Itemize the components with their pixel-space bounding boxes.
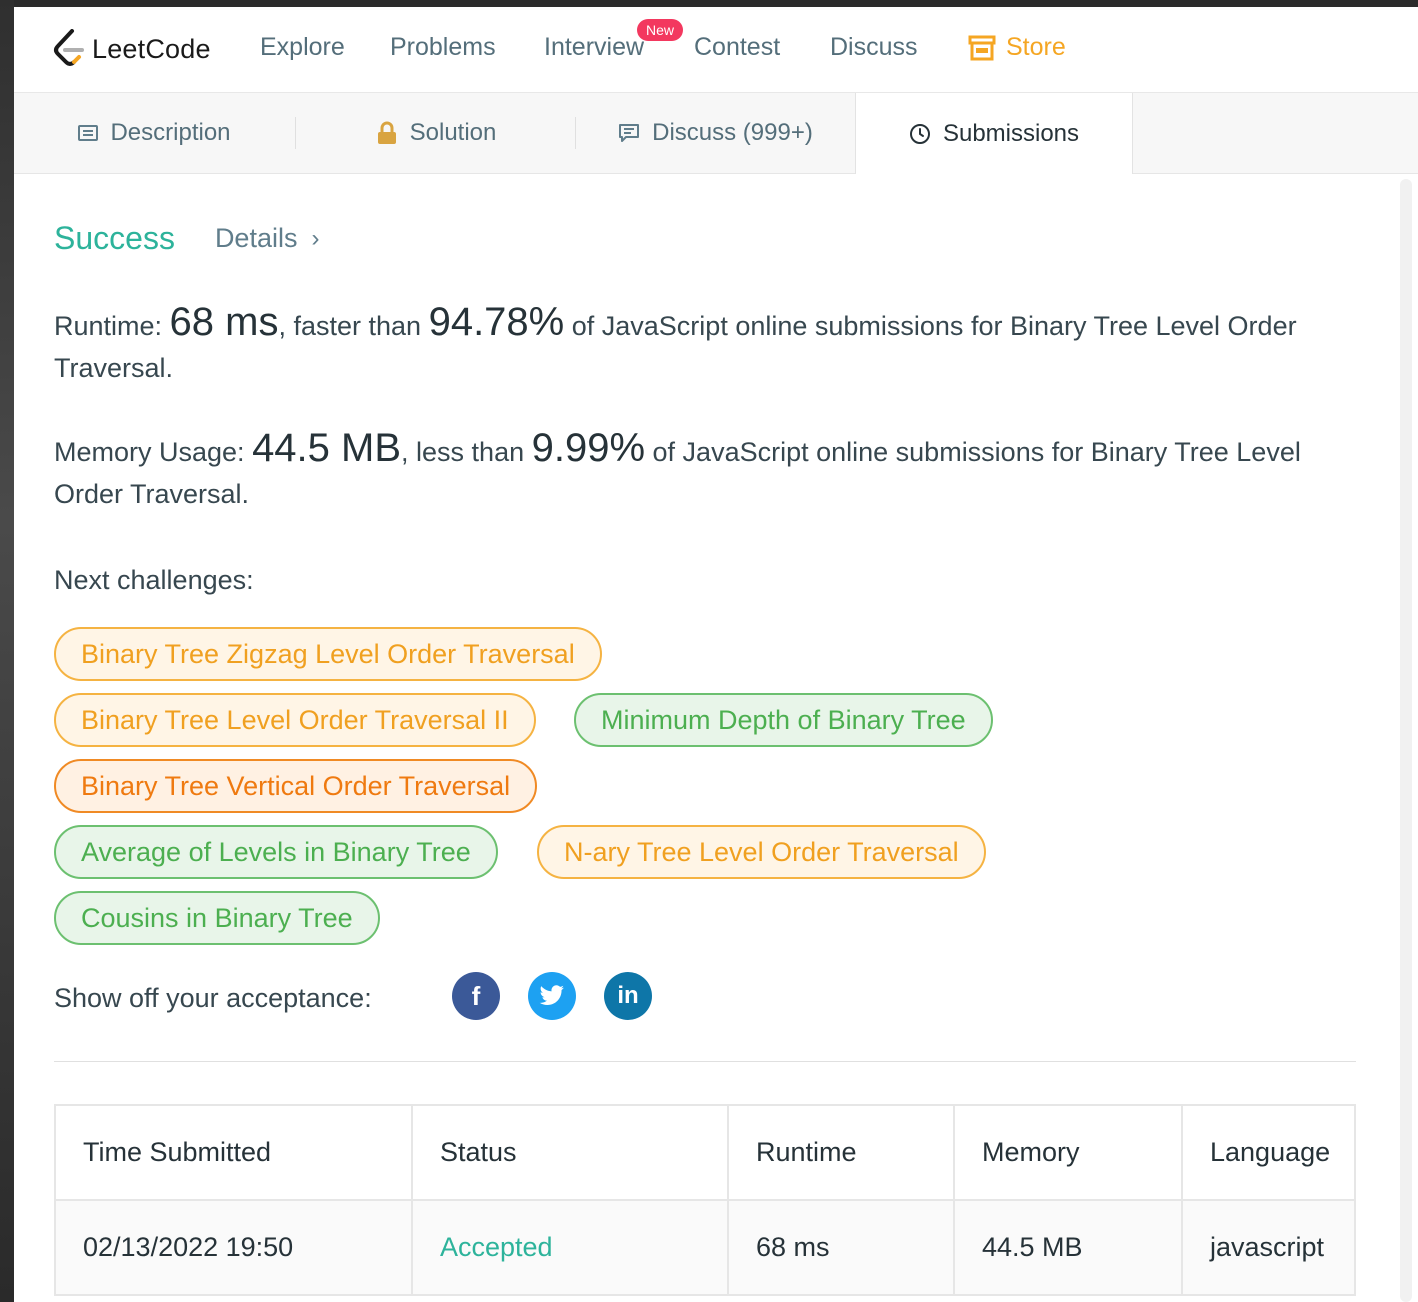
background-edge bbox=[0, 0, 14, 1302]
memory-summary: Memory Usage: 44.5 MB, less than 9.99% o… bbox=[54, 427, 1314, 515]
col-runtime[interactable]: Runtime bbox=[727, 1104, 955, 1201]
logo-text: LeetCode bbox=[92, 33, 211, 64]
problem-tabs: Description Solution Discuss (999+) Subm… bbox=[14, 93, 1418, 174]
share-label: Show off your acceptance: bbox=[54, 983, 372, 1013]
challenge-pill[interactable]: Binary Tree Level Order Traversal II bbox=[54, 693, 536, 747]
col-memory[interactable]: Memory bbox=[953, 1104, 1183, 1201]
tab-discuss[interactable]: Discuss (999+) bbox=[576, 93, 855, 173]
clock-icon bbox=[909, 123, 930, 144]
memory-label: Memory Usage: bbox=[54, 437, 253, 467]
tab-description[interactable]: Description bbox=[14, 93, 295, 173]
runtime-value: 68 ms bbox=[169, 300, 279, 344]
runtime-label: Runtime: bbox=[54, 311, 170, 341]
cell-memory: 44.5 MB bbox=[953, 1199, 1183, 1296]
twitter-icon[interactable] bbox=[528, 972, 576, 1020]
tab-description-label: Description bbox=[110, 119, 231, 146]
leetcode-page: LeetCode Explore Problems Interview New … bbox=[14, 7, 1418, 1302]
nav-interview[interactable]: Interview bbox=[544, 33, 644, 62]
col-time-submitted[interactable]: Time Submitted bbox=[54, 1104, 413, 1201]
runtime-summary: Runtime: 68 ms, faster than 94.78% of Ja… bbox=[54, 301, 1314, 389]
nav-problems[interactable]: Problems bbox=[390, 33, 496, 62]
challenge-pill[interactable]: Average of Levels in Binary Tree bbox=[54, 825, 498, 879]
challenge-pill[interactable]: Binary Tree Vertical Order Traversal bbox=[54, 759, 538, 813]
tab-solution-label: Solution bbox=[409, 119, 497, 146]
nav-explore[interactable]: Explore bbox=[260, 33, 345, 62]
cell-status[interactable]: Accepted bbox=[411, 1199, 729, 1296]
cell-language: javascript bbox=[1181, 1199, 1356, 1296]
challenge-pill[interactable]: Binary Tree Zigzag Level Order Traversal bbox=[54, 627, 602, 681]
status-line: Success Details › bbox=[54, 220, 319, 257]
runtime-mid: , faster than bbox=[278, 311, 429, 341]
status-success: Success bbox=[54, 220, 175, 256]
table-header-row: Time Submitted Status Runtime Memory Lan… bbox=[54, 1104, 1356, 1201]
tab-discuss-label: Discuss (999+) bbox=[652, 119, 813, 146]
memory-value: 44.5 MB bbox=[252, 426, 402, 470]
store-icon bbox=[968, 35, 996, 60]
scrollbar[interactable] bbox=[1400, 179, 1412, 1302]
new-badge: New bbox=[637, 19, 684, 41]
nav-discuss[interactable]: Discuss bbox=[830, 33, 918, 62]
twitter-bird-icon bbox=[539, 985, 565, 1005]
runtime-percentile: 94.78% bbox=[428, 300, 565, 344]
next-challenges-label: Next challenges: bbox=[54, 565, 254, 595]
tab-submissions[interactable]: Submissions bbox=[855, 93, 1133, 174]
cell-time: 02/13/2022 19:50 bbox=[54, 1199, 413, 1296]
submissions-table: Time Submitted Status Runtime Memory Lan… bbox=[54, 1104, 1356, 1296]
tab-solution[interactable]: Solution bbox=[296, 93, 576, 173]
challenge-pill[interactable]: Minimum Depth of Binary Tree bbox=[574, 693, 993, 747]
section-divider bbox=[54, 1061, 1356, 1062]
col-language[interactable]: Language bbox=[1181, 1104, 1356, 1201]
col-status[interactable]: Status bbox=[411, 1104, 729, 1201]
top-edge-strip bbox=[0, 0, 1418, 7]
leetcode-logo-icon bbox=[54, 29, 84, 66]
challenge-pill[interactable]: Cousins in Binary Tree bbox=[54, 891, 380, 945]
logo[interactable]: LeetCode bbox=[52, 27, 211, 71]
tab-submissions-label: Submissions bbox=[942, 119, 1080, 147]
lock-icon bbox=[377, 121, 396, 144]
nav-store[interactable]: Store bbox=[968, 33, 1066, 62]
cell-runtime: 68 ms bbox=[727, 1199, 955, 1296]
memory-percentile: 9.99% bbox=[531, 426, 646, 470]
details-link[interactable]: Details bbox=[215, 223, 298, 254]
linkedin-icon[interactable]: in bbox=[604, 972, 652, 1020]
comment-icon bbox=[619, 124, 640, 142]
memory-mid: , less than bbox=[401, 437, 532, 467]
top-navbar: LeetCode Explore Problems Interview New … bbox=[14, 7, 1418, 93]
nav-contest[interactable]: Contest bbox=[694, 33, 780, 62]
description-icon bbox=[78, 125, 99, 141]
table-row[interactable]: 02/13/2022 19:50 Accepted 68 ms 44.5 MB … bbox=[54, 1199, 1356, 1296]
challenge-pill[interactable]: N-ary Tree Level Order Traversal bbox=[537, 825, 986, 879]
chevron-right-icon[interactable]: › bbox=[311, 225, 319, 253]
store-label: Store bbox=[1006, 33, 1066, 61]
facebook-icon[interactable]: f bbox=[452, 972, 500, 1020]
